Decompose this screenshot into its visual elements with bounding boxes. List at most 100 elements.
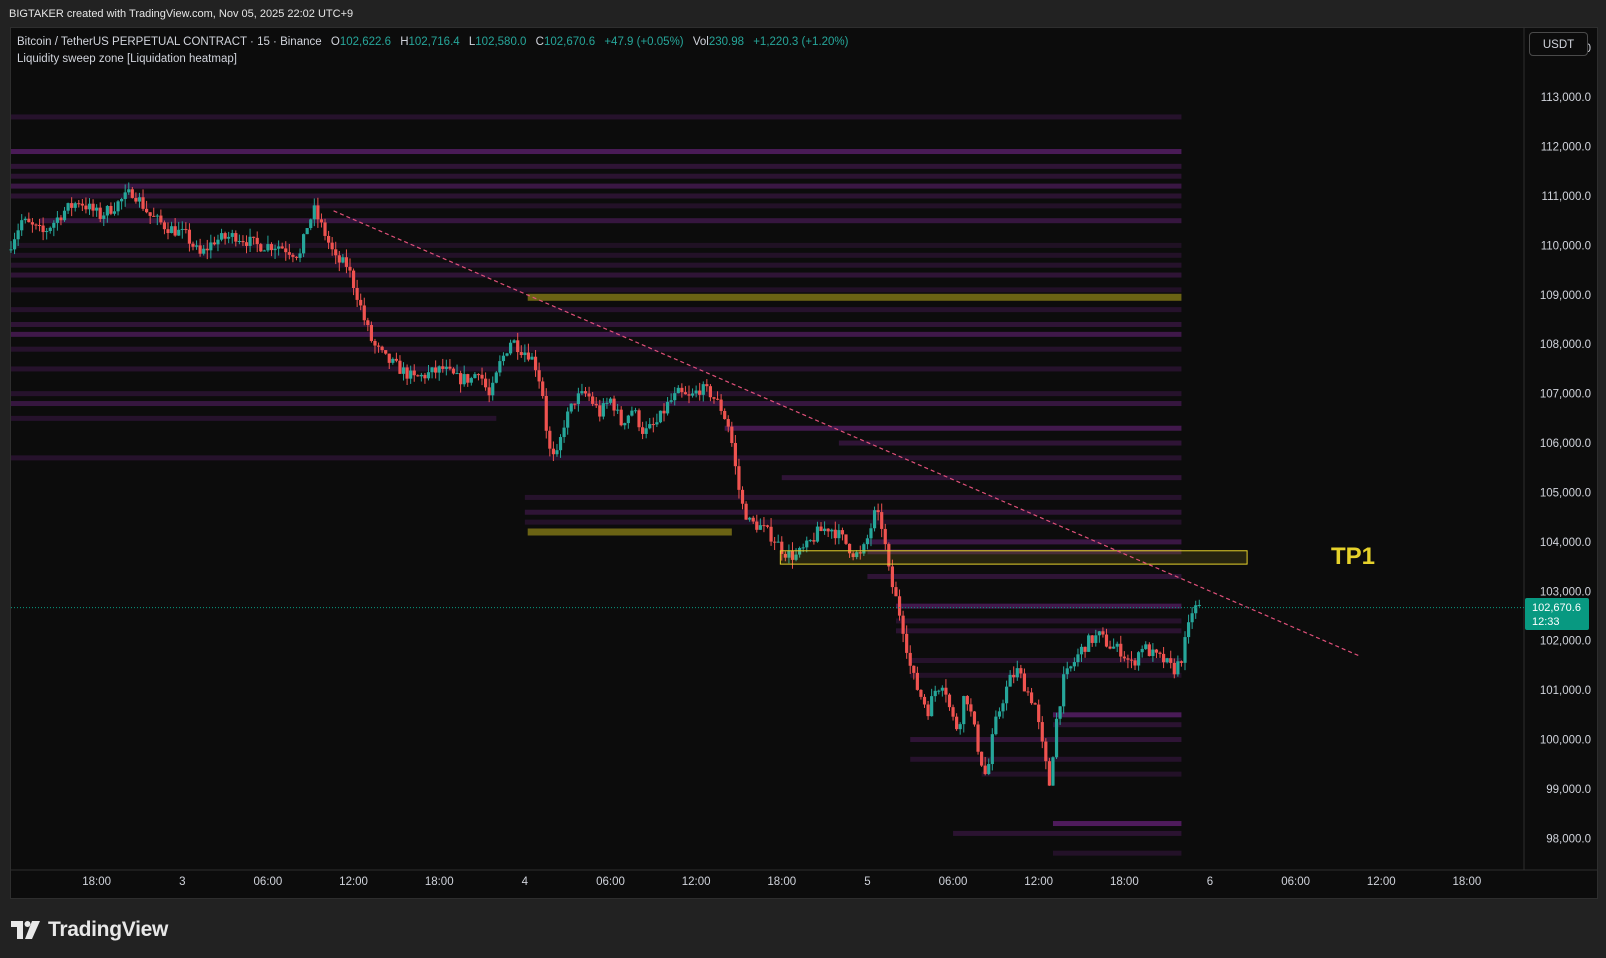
candle-body — [548, 430, 552, 449]
candle-body — [715, 398, 720, 400]
time-tick-label: 12:00 — [1024, 876, 1053, 888]
candle-body — [526, 352, 531, 360]
candle-body — [277, 246, 281, 249]
candle-body — [1104, 634, 1109, 647]
candle-body — [355, 287, 359, 300]
candle-body — [337, 255, 341, 263]
candle-body — [987, 764, 991, 774]
candle-body — [87, 203, 92, 210]
candle-body — [1176, 661, 1180, 675]
time-tick-label: 06:00 — [596, 876, 625, 888]
candle-body — [1112, 646, 1116, 649]
candle-body — [348, 266, 352, 271]
price-tick-label: 99,000.0 — [1546, 784, 1591, 796]
candle-body — [544, 395, 548, 431]
candle-body — [1019, 668, 1023, 674]
heatmap-band — [1052, 712, 1182, 718]
candle-body — [191, 243, 195, 247]
candle-body — [291, 254, 295, 257]
candle-body — [598, 405, 602, 417]
candle-body — [230, 233, 234, 237]
time-tick-label: 5 — [864, 876, 870, 888]
candle-body — [244, 242, 249, 246]
heatmap-band — [1052, 850, 1182, 856]
liquidity-sweep-zone — [527, 293, 1182, 301]
candle-body — [1197, 604, 1201, 606]
candle-body — [594, 403, 598, 406]
candle-body — [641, 427, 645, 434]
candle-body — [55, 217, 59, 223]
candle-body — [901, 615, 905, 634]
currency-button[interactable]: USDT — [1529, 32, 1588, 56]
candle-body — [723, 410, 727, 420]
candle-body — [1147, 644, 1151, 657]
candle-body — [162, 222, 167, 230]
candle-body — [169, 226, 174, 234]
candle-body — [437, 366, 441, 373]
candle-body — [273, 248, 277, 251]
indicator-title[interactable]: Liquidity sweep zone [Liquidation heatma… — [17, 53, 237, 65]
candle-body — [701, 384, 705, 395]
candle-body — [91, 203, 95, 211]
candle-body — [1094, 635, 1098, 643]
candle-body — [1190, 613, 1194, 623]
candle-body — [983, 765, 987, 774]
candle-body — [448, 366, 452, 369]
candle-body — [516, 340, 520, 353]
candle-body — [633, 410, 638, 412]
candle-body — [955, 716, 959, 730]
price-chart[interactable]: 98,000.0 99,000.0 100,000.0 101,000.0 102,00… — [0, 0, 1606, 958]
time-tick-label: 12:00 — [682, 876, 711, 888]
candle-body — [284, 248, 288, 253]
candle-body — [947, 694, 952, 708]
candle-body — [409, 370, 413, 379]
candle-body — [334, 249, 338, 256]
candle-body — [155, 215, 159, 217]
candle-body — [651, 424, 655, 426]
candle-body — [27, 218, 31, 223]
candle-body — [323, 222, 327, 236]
candle-body — [705, 384, 709, 387]
candle-body — [773, 541, 777, 543]
heatmap-band — [11, 415, 497, 421]
symbol-title[interactable]: Bitcoin / TetherUS PERPETUAL CONTRACT · … — [17, 36, 322, 48]
candle-body — [48, 227, 52, 231]
candle-body — [1133, 660, 1137, 666]
candle-body — [926, 704, 930, 717]
candle-body — [341, 257, 345, 263]
candle-body — [1172, 662, 1176, 675]
time-tick-label: 18:00 — [425, 876, 454, 888]
tradingview-logo[interactable]: TradingView — [11, 917, 168, 943]
candle-body — [626, 415, 630, 424]
candle-body — [77, 203, 81, 205]
candle-body — [869, 528, 873, 539]
candle-body — [30, 222, 35, 225]
heatmap-band — [11, 114, 1182, 120]
candle-body — [1087, 635, 1091, 652]
close-label: C — [535, 36, 544, 48]
candle-body — [658, 410, 663, 423]
candle-body — [216, 239, 220, 245]
candle-body — [180, 228, 184, 230]
candle-body — [712, 397, 716, 399]
price-tick-label: 110,000.0 — [1541, 240, 1591, 252]
candle-body — [469, 378, 473, 383]
candle-body — [416, 375, 420, 377]
candle-body — [466, 374, 470, 383]
heatmap-band — [11, 163, 1182, 169]
candle-body — [930, 696, 934, 717]
candle-body — [976, 724, 980, 752]
tp1-zone-box[interactable] — [779, 550, 1248, 565]
candle-body — [434, 367, 438, 373]
bar-countdown: 12:33 — [1532, 616, 1560, 628]
candle-body — [908, 652, 912, 666]
candle-body — [319, 219, 324, 223]
price-tick-label: 112,000.0 — [1541, 142, 1591, 154]
candle-body — [980, 751, 984, 766]
candle-body — [1126, 658, 1130, 660]
candle-body — [144, 208, 149, 213]
candle-body — [419, 374, 423, 377]
change-value: +47.9 (+0.05%) — [604, 36, 684, 48]
candle-body — [134, 197, 138, 202]
candle-body — [326, 235, 331, 243]
